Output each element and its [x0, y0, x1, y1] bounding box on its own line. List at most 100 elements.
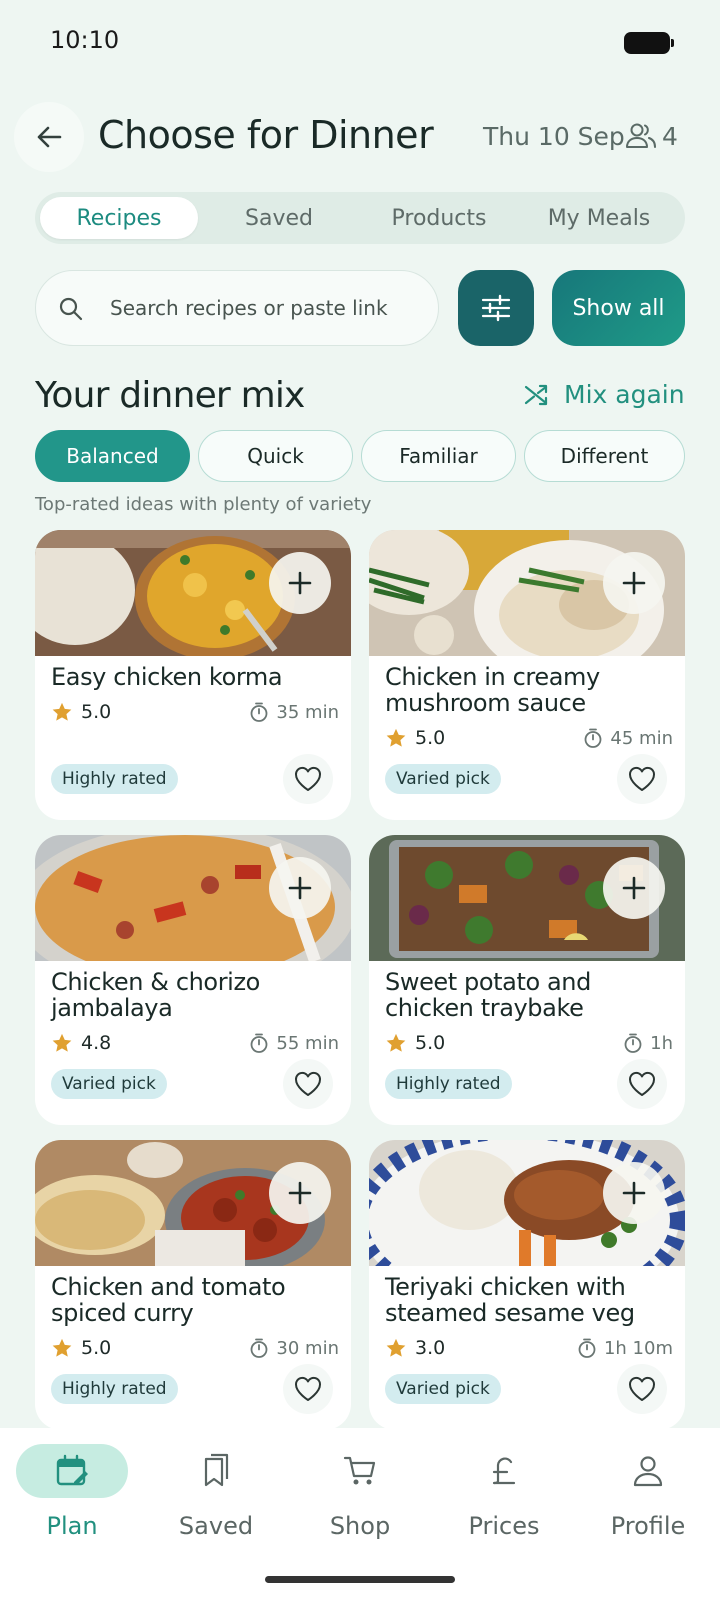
person-icon	[633, 1456, 663, 1487]
recipe-badge: Varied pick	[385, 764, 501, 794]
time-value: 45 min	[610, 727, 673, 749]
nav-label: Prices	[468, 1512, 540, 1540]
recipe-title: Chicken in creamy mushroom sauce	[385, 663, 600, 717]
favorite-button[interactable]	[283, 1059, 333, 1109]
recipe-badge: Highly rated	[51, 764, 178, 794]
timer-icon	[582, 727, 604, 749]
add-to-plan-button[interactable]	[603, 552, 665, 614]
recipe-rating: 3.0	[385, 1337, 445, 1359]
chip-different[interactable]: Different	[524, 430, 685, 482]
recipe-badge: Varied pick	[51, 1069, 167, 1099]
tab-products[interactable]: Products	[360, 197, 518, 239]
tab-bar: Recipes Saved Products My Meals	[35, 192, 685, 244]
recipe-time: 1h	[622, 1032, 673, 1054]
rating-value: 5.0	[81, 701, 112, 723]
recipe-badge: Highly rated	[51, 1374, 178, 1404]
tab-recipes[interactable]: Recipes	[40, 197, 198, 239]
recipe-title: Teriyaki chicken with steamed sesame veg	[385, 1273, 635, 1327]
favorite-button[interactable]	[617, 754, 667, 804]
plus-icon	[287, 570, 313, 596]
recipe-card[interactable]: Easy chicken korma 5.0 35 min Highly rat…	[35, 530, 351, 820]
recipe-time: 55 min	[248, 1032, 339, 1054]
add-to-plan-button[interactable]	[269, 1162, 331, 1224]
chip-balanced[interactable]: Balanced	[35, 430, 190, 482]
heart-icon	[293, 1375, 323, 1403]
nav-prices[interactable]: Prices	[439, 1444, 569, 1540]
timer-icon	[248, 1337, 270, 1359]
page-title: Choose for Dinner	[98, 113, 434, 157]
tab-my-meals[interactable]: My Meals	[520, 197, 678, 239]
recipe-card[interactable]: Chicken in creamy mushroom sauce 5.0 45 …	[369, 530, 685, 820]
recipe-rating: 5.0	[51, 1337, 111, 1359]
rating-value: 5.0	[415, 727, 446, 749]
back-button[interactable]	[14, 102, 84, 172]
chip-familiar[interactable]: Familiar	[361, 430, 516, 482]
plus-icon	[621, 1180, 647, 1206]
mix-again-label: Mix again	[564, 380, 685, 409]
favorite-button[interactable]	[617, 1364, 667, 1414]
status-time: 10:10	[50, 26, 120, 54]
star-icon	[51, 1337, 73, 1359]
heart-icon	[627, 1375, 657, 1403]
recipe-rating: 5.0	[385, 1032, 445, 1054]
add-to-plan-button[interactable]	[269, 552, 331, 614]
sliders-icon	[481, 294, 511, 322]
recipe-time: 45 min	[582, 727, 673, 749]
nav-shop[interactable]: Shop	[295, 1444, 425, 1540]
chip-quick[interactable]: Quick	[198, 430, 353, 482]
nav-saved[interactable]: Saved	[151, 1444, 281, 1540]
recipe-badge: Highly rated	[385, 1069, 512, 1099]
recipe-rating: 5.0	[385, 727, 445, 749]
calendar-edit-icon	[56, 1454, 88, 1486]
star-icon	[51, 701, 73, 723]
timer-icon	[248, 701, 270, 723]
filter-button[interactable]	[458, 270, 534, 346]
add-to-plan-button[interactable]	[603, 1162, 665, 1224]
favorite-button[interactable]	[617, 1059, 667, 1109]
star-icon	[51, 1032, 73, 1054]
cart-icon	[343, 1456, 376, 1485]
heart-icon	[627, 1070, 657, 1098]
rating-value: 4.8	[81, 1032, 112, 1054]
recipe-rating: 5.0	[51, 701, 111, 723]
date-selector[interactable]: Thu 10 Sep	[483, 122, 625, 151]
tab-saved[interactable]: Saved	[200, 197, 358, 239]
favorite-button[interactable]	[283, 1364, 333, 1414]
heart-icon	[293, 1070, 323, 1098]
recipe-time: 35 min	[248, 701, 339, 723]
timer-icon	[248, 1032, 270, 1054]
nav-plan[interactable]: Plan	[7, 1444, 137, 1540]
battery-icon	[624, 32, 674, 54]
search-input[interactable]	[110, 290, 410, 326]
recipe-time: 30 min	[248, 1337, 339, 1359]
plus-icon	[287, 875, 313, 901]
recipe-rating: 4.8	[51, 1032, 111, 1054]
time-value: 1h	[650, 1032, 673, 1054]
recipe-title: Chicken and tomato spiced curry	[51, 1273, 286, 1327]
people-icon[interactable]	[624, 122, 658, 150]
show-all-button[interactable]: Show all	[552, 270, 685, 346]
nav-profile[interactable]: Profile	[583, 1444, 713, 1540]
add-to-plan-button[interactable]	[269, 857, 331, 919]
favorite-button[interactable]	[283, 754, 333, 804]
nav-label: Shop	[329, 1512, 391, 1540]
pound-icon	[492, 1457, 516, 1485]
people-count[interactable]: 4	[662, 122, 678, 151]
recipe-card[interactable]: Sweet potato and chicken traybake 5.0 1h…	[369, 835, 685, 1125]
home-indicator	[265, 1576, 455, 1583]
mix-again-button[interactable]: Mix again	[524, 380, 685, 409]
rating-value: 5.0	[415, 1032, 446, 1054]
nav-label: Plan	[46, 1512, 98, 1540]
section-title: Your dinner mix	[35, 375, 305, 416]
timer-icon	[622, 1032, 644, 1054]
add-to-plan-button[interactable]	[603, 857, 665, 919]
recipe-time: 1h 10m	[576, 1337, 673, 1359]
nav-label: Profile	[610, 1512, 686, 1540]
heart-icon	[627, 765, 657, 793]
recipe-card[interactable]: Chicken and tomato spiced curry 5.0 30 m…	[35, 1140, 351, 1430]
star-icon	[385, 727, 407, 749]
recipe-card[interactable]: Chicken & chorizo jambalaya 4.8 55 min V…	[35, 835, 351, 1125]
recipe-card[interactable]: Teriyaki chicken with steamed sesame veg…	[369, 1140, 685, 1430]
shuffle-icon	[524, 384, 548, 405]
timer-icon	[576, 1337, 598, 1359]
